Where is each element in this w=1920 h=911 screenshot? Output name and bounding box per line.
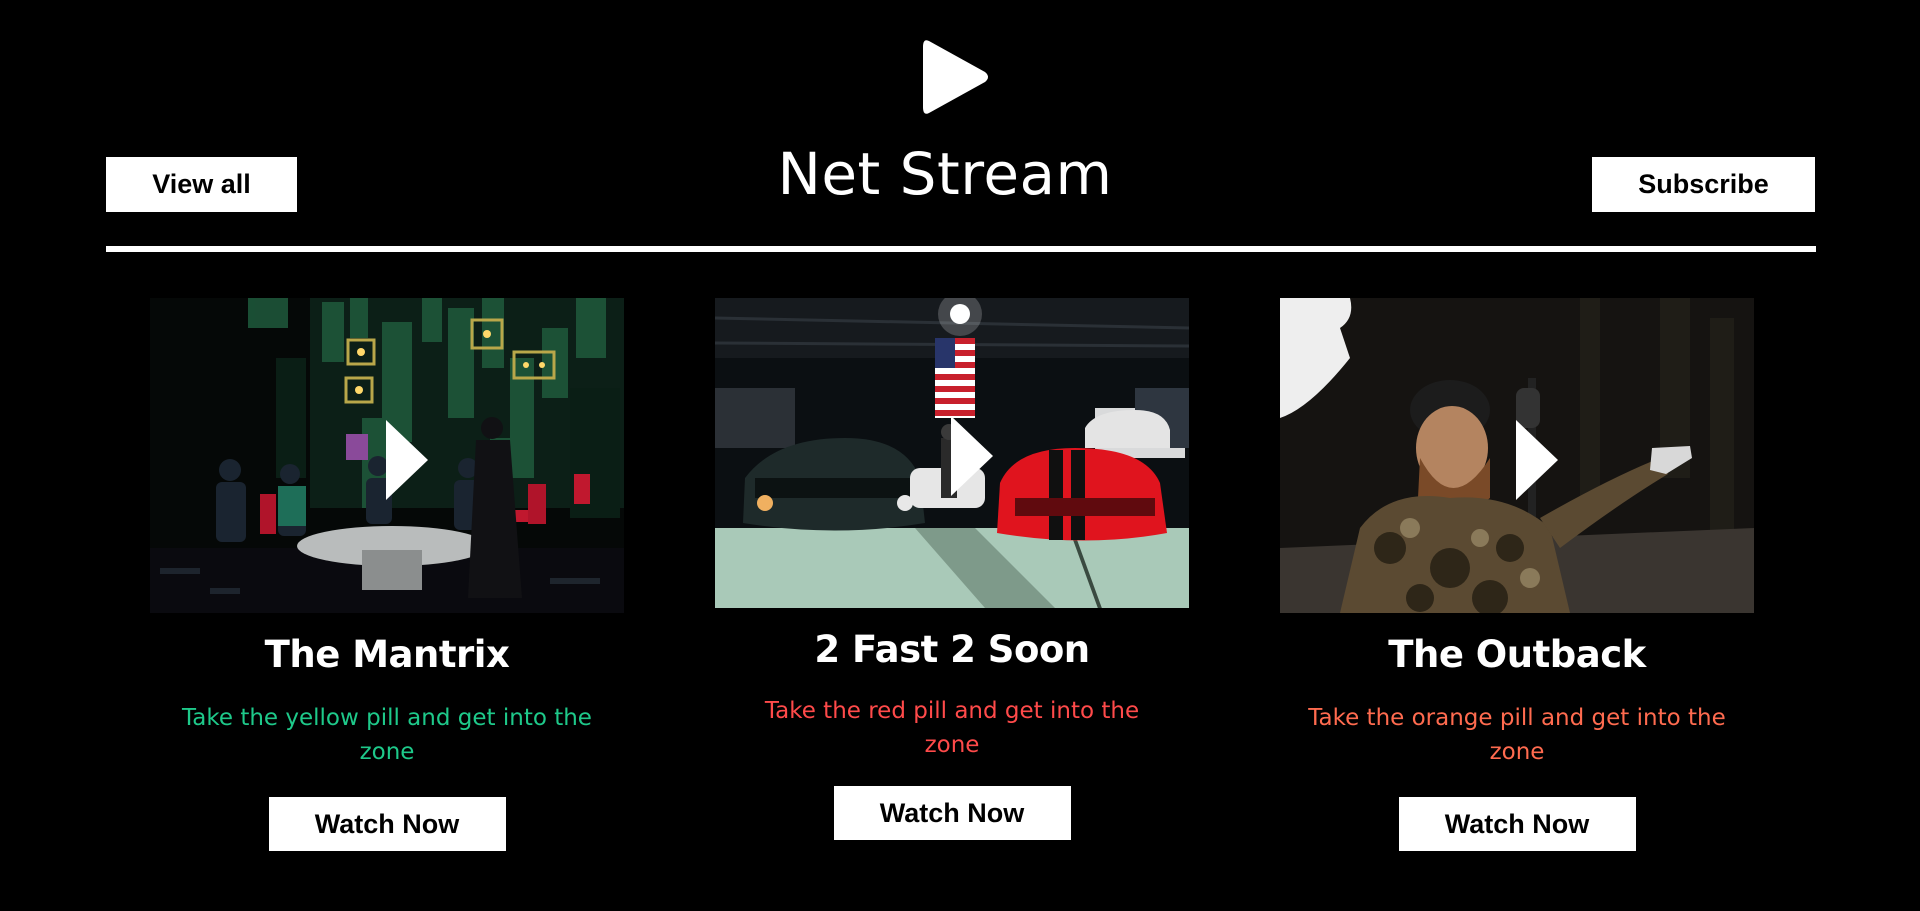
movie-card-2-fast-2-soon: 2 Fast 2 Soon Take the red pill and get …	[715, 298, 1189, 840]
movie-thumbnail[interactable]	[1280, 298, 1754, 613]
play-icon	[386, 420, 428, 500]
movie-title: The Mantrix	[264, 633, 510, 676]
play-icon	[951, 416, 993, 496]
movie-thumbnail[interactable]	[715, 298, 1189, 608]
header-divider	[106, 246, 1816, 252]
movie-title: The Outback	[1388, 633, 1646, 676]
page: Net Stream View all Subscribe The Mantri…	[0, 0, 1920, 911]
view-all-button[interactable]: View all	[106, 157, 297, 212]
movie-card-mantrix: The Mantrix Take the yellow pill and get…	[150, 298, 624, 851]
movie-description: Take the yellow pill and get into the zo…	[182, 705, 592, 765]
movie-card-outback: The Outback Take the orange pill and get…	[1280, 298, 1754, 851]
movie-description: Take the orange pill and get into the zo…	[1308, 705, 1726, 765]
logo-play-icon	[919, 35, 991, 119]
watch-now-button[interactable]: Watch Now	[268, 797, 506, 851]
play-icon	[1516, 420, 1558, 500]
movie-description: Take the red pill and get into the zone	[764, 698, 1140, 758]
movie-title: 2 Fast 2 Soon	[814, 628, 1090, 671]
watch-now-button[interactable]: Watch Now	[833, 786, 1071, 840]
movie-thumbnail[interactable]	[150, 298, 624, 613]
watch-now-button[interactable]: Watch Now	[1398, 797, 1636, 851]
subscribe-button[interactable]: Subscribe	[1592, 157, 1815, 212]
